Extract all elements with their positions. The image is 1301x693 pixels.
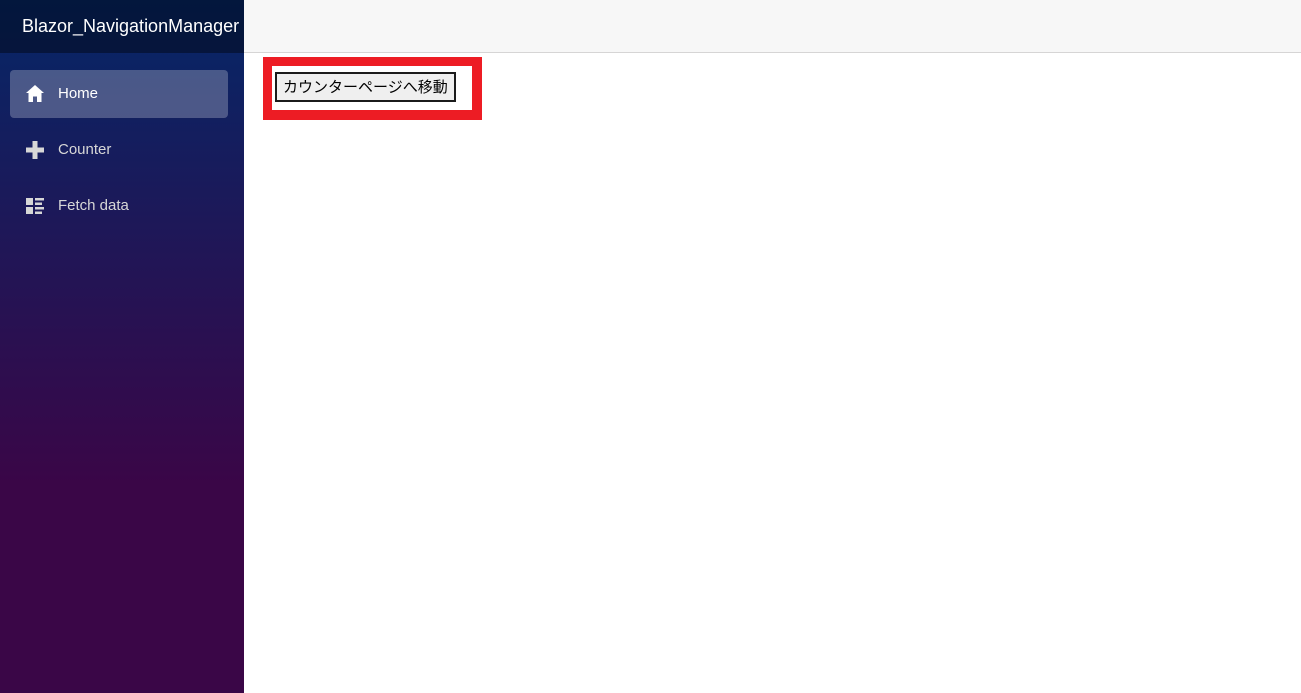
sidebar-item-home[interactable]: Home bbox=[10, 70, 228, 118]
sidebar-item-counter[interactable]: Counter bbox=[10, 126, 228, 174]
app-window: Blazor_NavigationManager Home Counter Fe… bbox=[0, 0, 1301, 693]
home-icon bbox=[24, 83, 46, 105]
sidebar: Blazor_NavigationManager Home Counter Fe… bbox=[0, 0, 244, 693]
plus-icon bbox=[24, 139, 46, 161]
top-row bbox=[244, 0, 1301, 53]
list-rich-icon bbox=[24, 195, 46, 217]
sidebar-item-label: Home bbox=[58, 85, 99, 102]
brand-bar: Blazor_NavigationManager bbox=[0, 0, 244, 53]
sidebar-item-label: Fetch data bbox=[58, 197, 129, 214]
nav-menu: Home Counter Fetch data bbox=[10, 70, 228, 238]
app-brand-link[interactable]: Blazor_NavigationManager bbox=[22, 15, 239, 37]
sidebar-item-label: Counter bbox=[58, 141, 112, 158]
navigate-to-counter-button[interactable]: カウンターページへ移動 bbox=[275, 72, 456, 102]
sidebar-item-fetch-data[interactable]: Fetch data bbox=[10, 182, 228, 230]
